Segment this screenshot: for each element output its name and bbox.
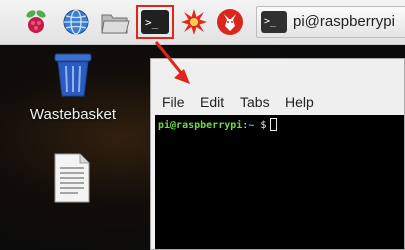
menu-help[interactable]: Help xyxy=(285,94,314,110)
prompt-symbol: $ xyxy=(260,120,267,131)
taskbar: >_ >_ pi@raspberrypi xyxy=(0,0,405,45)
shell-prompt: pi@raspberrypi:~ $ xyxy=(158,118,278,133)
terminal-window[interactable]: File Edit Tabs Help pi@raspberrypi:~ $ xyxy=(150,58,405,250)
terminal-output-area[interactable]: pi@raspberrypi:~ $ xyxy=(155,115,404,249)
menu-edit[interactable]: Edit xyxy=(200,94,224,110)
menu-tabs[interactable]: Tabs xyxy=(240,94,270,110)
raspberry-pi-menu-icon[interactable] xyxy=(22,8,50,36)
prompt-path: ~ xyxy=(248,120,255,131)
desktop-item-wastebasket[interactable]: Wastebasket xyxy=(24,52,122,123)
wastebasket-icon xyxy=(54,53,92,97)
mathematica-icon[interactable] xyxy=(180,8,208,36)
file-manager-folder-icon[interactable] xyxy=(100,8,130,36)
wastebasket-label: Wastebasket xyxy=(29,106,117,123)
web-browser-globe-icon[interactable] xyxy=(62,8,90,36)
text-cursor xyxy=(270,118,278,131)
text-file-icon xyxy=(54,153,90,203)
desktop-item-file[interactable] xyxy=(42,152,102,212)
terminal-task-icon: >_ xyxy=(261,11,287,33)
terminal-icon: >_ xyxy=(141,10,169,34)
prompt-user: pi@raspberrypi xyxy=(158,120,243,131)
terminal-launcher-button[interactable]: >_ xyxy=(136,5,174,39)
wolfram-icon[interactable] xyxy=(216,8,244,36)
task-button-label: pi@raspberrypi xyxy=(293,13,395,30)
terminal-task-button[interactable]: >_ pi@raspberrypi xyxy=(256,6,405,38)
terminal-menubar: File Edit Tabs Help xyxy=(151,59,404,115)
menu-file[interactable]: File xyxy=(162,94,185,110)
